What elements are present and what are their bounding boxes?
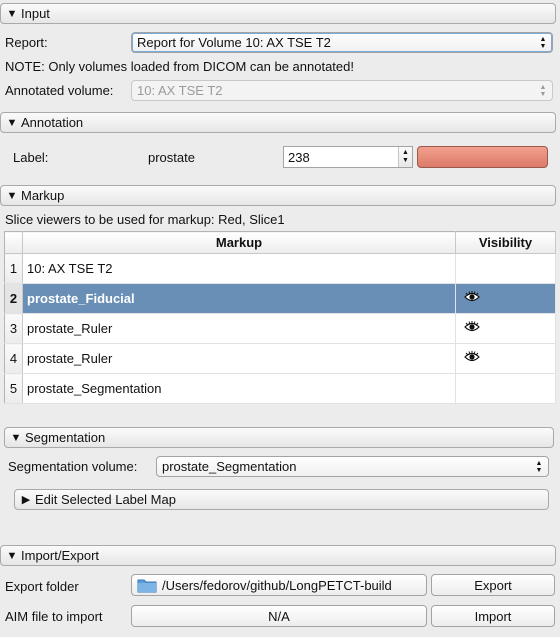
label-color-swatch[interactable] <box>417 146 548 168</box>
markup-section-header[interactable]: ▼ Markup <box>0 185 556 206</box>
visibility-cell[interactable] <box>455 373 556 404</box>
visibility-cell[interactable] <box>455 253 556 284</box>
collapse-triangle-icon: ▼ <box>10 431 22 444</box>
label-value-spinbox[interactable]: 238 ▲ ▼ <box>283 146 413 168</box>
markup-name-cell[interactable]: 10: AX TSE T2 <box>22 253 456 284</box>
row-number: 1 <box>4 253 23 284</box>
segmentation-section-title: Segmentation <box>25 430 106 445</box>
table-row[interactable]: 2 prostate_Fiducial <box>4 283 556 314</box>
dicom-note: NOTE: Only volumes loaded from DICOM can… <box>5 59 354 74</box>
annotation-section-title: Annotation <box>21 115 84 130</box>
table-row[interactable]: 3 prostate_Ruler <box>4 313 556 344</box>
edit-label-map-title: Edit Selected Label Map <box>35 492 176 507</box>
import-button-label: Import <box>474 608 512 624</box>
visibility-cell[interactable] <box>455 283 556 314</box>
report-combo-value: Report for Volume 10: AX TSE T2 <box>137 35 331 50</box>
spin-arrows-icon[interactable]: ▲ ▼ <box>398 147 412 167</box>
label-value: 238 <box>288 149 310 165</box>
row-number: 4 <box>4 343 23 374</box>
export-folder-button[interactable]: /Users/fedorov/github/LongPETCT-build <box>131 574 427 596</box>
row-number: 5 <box>4 373 23 404</box>
input-section-header[interactable]: ▼ Input <box>0 3 556 24</box>
import-export-section-title: Import/Export <box>21 548 100 563</box>
collapse-triangle-icon: ▼ <box>6 549 18 562</box>
markup-section-title: Markup <box>21 188 65 203</box>
report-label: Report: <box>5 35 48 50</box>
annotated-volume-combo[interactable]: 10: AX TSE T2 ▲ ▼ <box>131 80 553 101</box>
export-folder-path: /Users/fedorov/github/LongPETCT-build <box>162 577 392 593</box>
markup-name-cell[interactable]: prostate_Ruler <box>22 343 456 374</box>
combo-arrows-icon: ▲ ▼ <box>535 459 543 474</box>
import-export-section-header[interactable]: ▼ Import/Export <box>0 545 556 566</box>
aim-file-button[interactable]: N/A <box>131 605 427 627</box>
input-section-title: Input <box>21 6 50 21</box>
aim-file-value: N/A <box>268 608 290 624</box>
combo-arrows-icon: ▲ ▼ <box>539 35 547 50</box>
segmentation-volume-combo[interactable]: prostate_Segmentation ▲ ▼ <box>156 456 549 477</box>
visibility-cell[interactable] <box>455 343 556 374</box>
segmentation-volume-value: prostate_Segmentation <box>162 459 297 474</box>
markup-name-cell[interactable]: prostate_Segmentation <box>22 373 456 404</box>
table-row[interactable]: 4 prostate_Ruler <box>4 343 556 374</box>
row-number: 2 <box>4 283 23 314</box>
markup-name-cell[interactable]: prostate_Ruler <box>22 313 456 344</box>
column-header-visibility[interactable]: Visibility <box>455 231 556 254</box>
row-number: 3 <box>4 313 23 344</box>
import-button[interactable]: Import <box>431 605 555 627</box>
annotation-section-header[interactable]: ▼ Annotation <box>0 112 556 133</box>
markup-name-cell[interactable]: prostate_Fiducial <box>22 283 456 314</box>
slice-viewers-text: Slice viewers to be used for markup: Red… <box>5 212 285 227</box>
export-folder-label: Export folder <box>5 579 79 594</box>
combo-arrows-icon: ▲ ▼ <box>539 83 547 98</box>
collapse-triangle-icon: ▼ <box>6 189 18 202</box>
column-header-markup[interactable]: Markup <box>22 231 456 254</box>
eye-icon[interactable] <box>464 321 480 336</box>
expand-triangle-icon: ▶ <box>21 494 31 506</box>
folder-icon <box>137 577 157 593</box>
collapse-triangle-icon: ▼ <box>6 116 18 129</box>
export-button-label: Export <box>474 577 512 593</box>
table-row[interactable]: 1 10: AX TSE T2 <box>4 253 556 284</box>
markup-table[interactable]: Markup Visibility 1 10: AX TSE T2 2 prostat… <box>4 231 556 404</box>
export-button[interactable]: Export <box>431 574 555 596</box>
label-label: Label: <box>13 150 49 165</box>
collapse-triangle-icon: ▼ <box>6 7 18 20</box>
label-name: prostate <box>148 150 195 165</box>
edit-label-map-header[interactable]: ▶ Edit Selected Label Map <box>14 489 549 510</box>
aim-file-label: AIM file to import <box>5 609 103 624</box>
table-corner <box>4 231 23 254</box>
segmentation-section-header[interactable]: ▼ Segmentation <box>4 427 554 448</box>
annotated-volume-value: 10: AX TSE T2 <box>137 83 223 98</box>
eye-icon[interactable] <box>464 291 480 306</box>
visibility-cell[interactable] <box>455 313 556 344</box>
annotated-volume-label: Annotated volume: <box>5 83 114 98</box>
report-combo[interactable]: Report for Volume 10: AX TSE T2 ▲ ▼ <box>131 32 553 53</box>
segmentation-volume-label: Segmentation volume: <box>8 459 138 474</box>
eye-icon[interactable] <box>464 351 480 366</box>
table-row[interactable]: 5 prostate_Segmentation <box>4 373 556 404</box>
